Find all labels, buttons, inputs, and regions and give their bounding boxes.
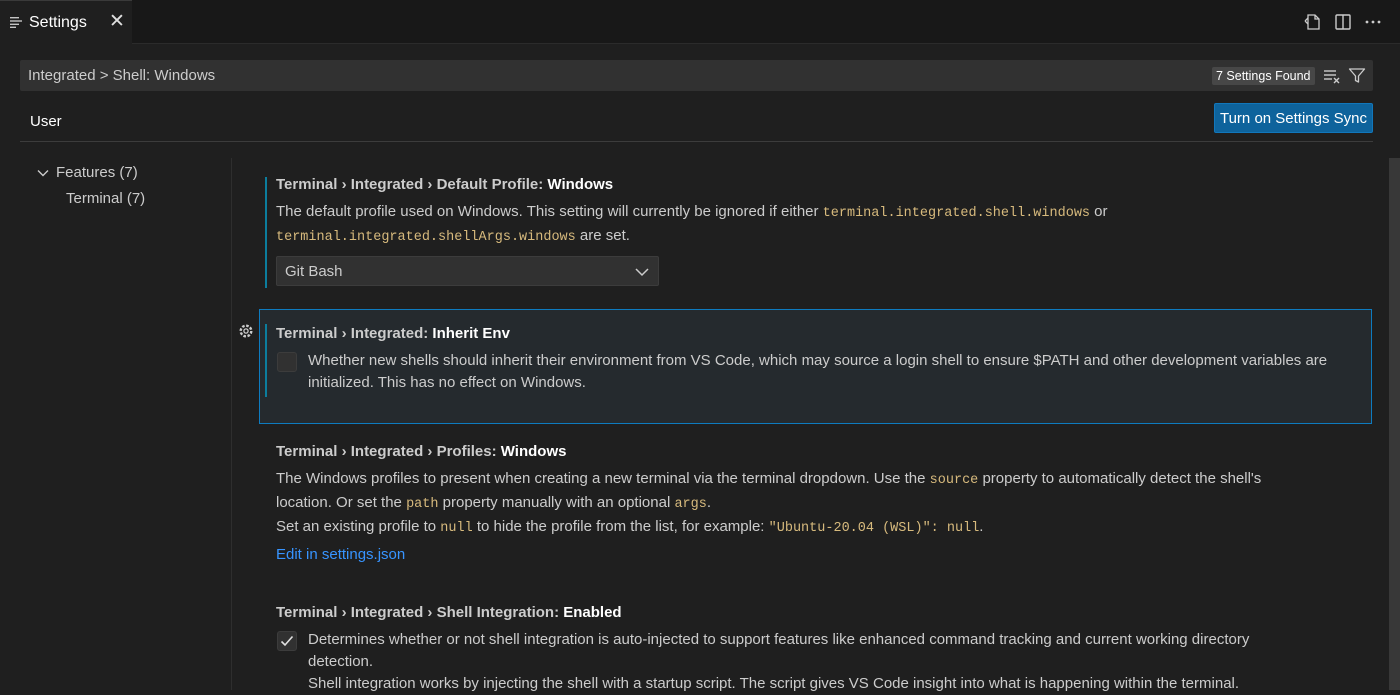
- toc-item-terminal[interactable]: Terminal (7): [66, 190, 145, 207]
- open-json-icon[interactable]: [1303, 12, 1323, 32]
- checkmark-icon: [280, 635, 294, 647]
- scrollbar-thumb[interactable]: [1389, 158, 1400, 690]
- settings-editor-icon: [10, 17, 22, 28]
- modified-indicator: [265, 324, 267, 397]
- chevron-down-icon[interactable]: [36, 166, 50, 180]
- edit-in-settings-json-link[interactable]: Edit in settings.json: [276, 546, 405, 563]
- gear-icon[interactable]: [237, 322, 255, 340]
- modified-indicator: [265, 177, 267, 288]
- shell-integration-checkbox[interactable]: [277, 631, 297, 651]
- setting-description-profiles-windows: The Windows profiles to present when cre…: [276, 470, 1262, 536]
- toc-divider: [231, 158, 232, 690]
- setting-description-default-profile: The default profile used on Windows. Thi…: [276, 203, 1108, 245]
- split-editor-icon[interactable]: [1333, 12, 1353, 32]
- inherit-env-checkbox[interactable]: [277, 352, 297, 372]
- settings-search-box[interactable]: Integrated > Shell: Windows 7 Settings F…: [20, 60, 1373, 91]
- clear-filter-icon[interactable]: [1323, 67, 1341, 85]
- more-actions-icon[interactable]: [1363, 12, 1383, 32]
- results-count-badge: 7 Settings Found: [1212, 67, 1315, 85]
- filter-icon[interactable]: [1348, 67, 1366, 85]
- tab-label: Settings: [29, 14, 87, 31]
- setting-title-shell-integration: Terminal › Integrated › Shell Integratio…: [276, 604, 622, 621]
- scope-divider: [20, 141, 1373, 142]
- tab-settings[interactable]: Settings ✕: [0, 0, 132, 44]
- setting-title-inherit-env: Terminal › Integrated: Inherit Env: [276, 325, 510, 342]
- setting-title-profiles-windows: Terminal › Integrated › Profiles: Window…: [276, 443, 567, 460]
- setting-title-default-profile: Terminal › Integrated › Default Profile:…: [276, 176, 614, 193]
- setting-description-inherit-env: Whether new shells should inherit their …: [308, 352, 1328, 391]
- turn-on-settings-sync-button[interactable]: Turn on Settings Sync: [1214, 103, 1373, 133]
- editor-tab-bar: Settings ✕: [0, 0, 1400, 44]
- tab-user[interactable]: User: [20, 110, 70, 142]
- setting-description-shell-integration: Determines whether or not shell integrat…: [308, 631, 1250, 692]
- chevron-down-icon: [635, 268, 649, 277]
- close-icon[interactable]: ✕: [107, 11, 127, 33]
- toc-item-features[interactable]: Features (7): [56, 164, 138, 181]
- dropdown-value: Git Bash: [285, 263, 343, 280]
- tab-user-label: User: [30, 113, 62, 130]
- default-profile-dropdown[interactable]: Git Bash: [276, 256, 659, 286]
- search-input[interactable]: Integrated > Shell: Windows: [28, 67, 215, 84]
